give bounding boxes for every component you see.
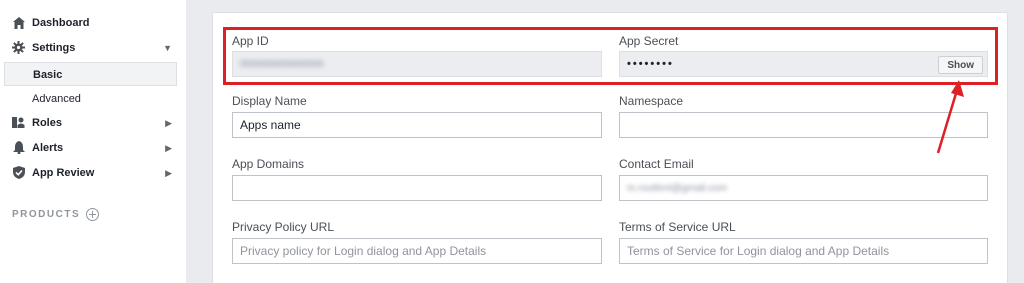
annotation-arrow	[936, 80, 964, 154]
